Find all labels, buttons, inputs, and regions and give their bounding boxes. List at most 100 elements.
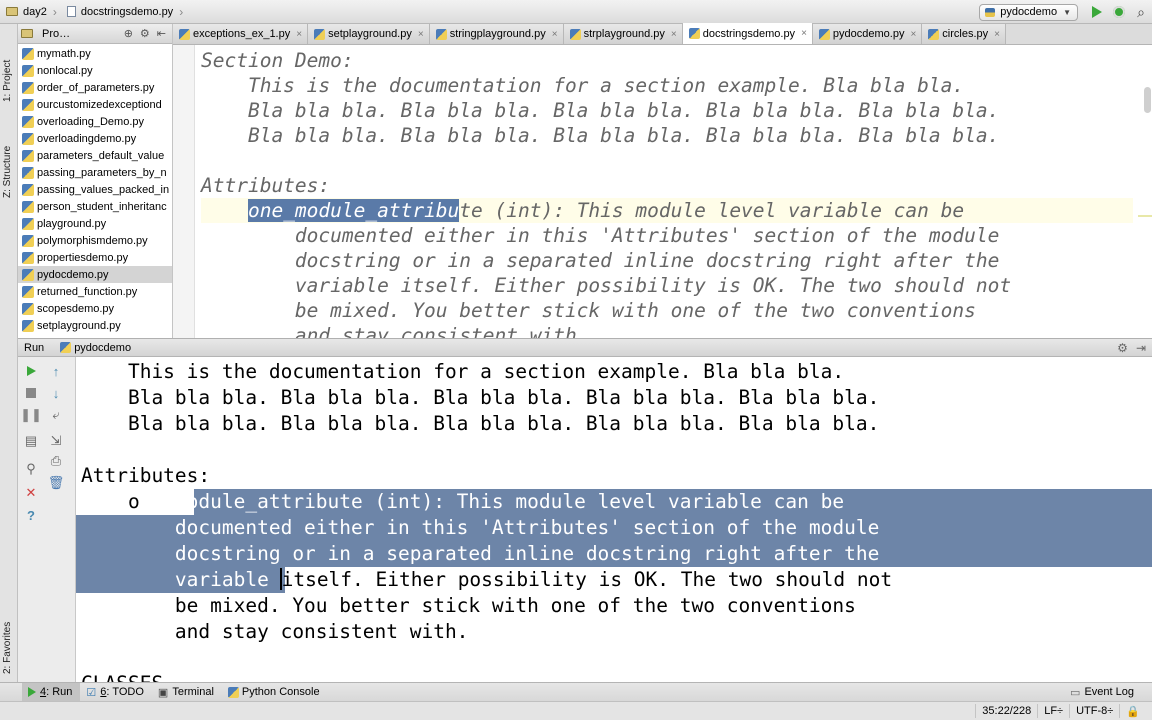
project-file-item[interactable]: parameters_default_value (18, 147, 172, 164)
console-text: itself. Either possibility is OK. The tw… (281, 568, 893, 591)
editor-tab[interactable]: pydocdemo.py × (812, 24, 923, 44)
pause-button[interactable]: ❚❚ (20, 407, 42, 423)
line-separator[interactable]: LF÷ (1037, 704, 1069, 718)
breadcrumb-project[interactable]: day2 › (0, 0, 61, 24)
pin-button[interactable]: ⚲ (23, 461, 39, 477)
search-everywhere-button[interactable]: ⌕ (1131, 2, 1151, 22)
project-file-item[interactable]: returned_function.py (18, 283, 172, 300)
gear-icon[interactable]: ⚙ (140, 27, 150, 40)
close-tab-icon[interactable]: × (801, 28, 807, 39)
console-selected-text: docstring or in a separated inline docst… (81, 542, 880, 565)
python-file-icon (22, 183, 34, 196)
hide-icon[interactable]: ⇤ (157, 27, 166, 40)
code-line: Bla bla bla. Bla bla bla. Bla bla bla. B… (201, 99, 1000, 122)
debug-button[interactable] (1109, 2, 1129, 22)
project-file-item[interactable]: pydocdemo.py (18, 266, 172, 283)
python-console-tool-button[interactable]: Python Console (222, 683, 328, 702)
structure-tool-tab[interactable]: Z: Structure (2, 118, 13, 198)
project-file-label: propertiesdemo.py (37, 251, 129, 264)
close-tab-icon[interactable]: × (671, 29, 677, 40)
close-run-button[interactable]: ✕ (23, 485, 39, 501)
lock-icon[interactable]: 🔒 (1119, 704, 1146, 718)
project-file-item[interactable]: ourcustomizedexceptiond (18, 96, 172, 113)
editor-tab[interactable]: circles.py × (922, 24, 1006, 44)
project-file-item[interactable]: order_of_parameters.py (18, 79, 172, 96)
project-tool-tab[interactable]: 1: Project (2, 30, 13, 102)
project-file-item[interactable]: overloading_Demo.py (18, 113, 172, 130)
python-file-icon (314, 28, 326, 40)
run-tool-button[interactable]: 4: Run (22, 682, 81, 702)
play-icon (1092, 6, 1102, 18)
close-tab-icon[interactable]: × (418, 29, 424, 40)
error-stripe-mark[interactable] (1138, 215, 1152, 217)
clear-all-button[interactable]: 🗑 (48, 475, 65, 491)
run-configuration-selector[interactable]: pydocdemo ▼ (979, 3, 1078, 21)
project-file-item[interactable]: overloadingdemo.py (18, 130, 172, 147)
project-file-label: nonlocal.py (37, 64, 93, 77)
stop-button[interactable] (23, 385, 39, 401)
dump-threads-button[interactable]: ▤ (23, 433, 39, 449)
editor-scrollbar[interactable] (1144, 87, 1151, 113)
console-text: This is the documentation for a section … (81, 360, 845, 383)
scroll-down-button[interactable]: ↓ (48, 385, 64, 401)
breadcrumb-file-label: docstringsdemo.py (80, 5, 174, 18)
close-tab-icon[interactable]: × (910, 29, 916, 40)
python-file-icon (22, 217, 34, 230)
project-file-label: order_of_parameters.py (37, 81, 155, 94)
project-file-item[interactable]: passing_parameters_by_n (18, 164, 172, 181)
navigation-bar: day2 › docstringsdemo.py › pydocdemo ▼ ⌕ (0, 0, 1152, 24)
run-panel-header: Run pydocdemo ⚙ ⇥ (18, 338, 1152, 357)
python-file-icon (179, 28, 190, 40)
editor-tab[interactable]: strplayground.py × (563, 24, 683, 44)
favorites-tool-tab[interactable]: 2: Favorites (2, 596, 13, 674)
caret-position[interactable]: 35:22/228 (975, 704, 1037, 718)
project-file-item[interactable]: nonlocal.py (18, 62, 172, 79)
breadcrumb-file[interactable]: docstringsdemo.py › (61, 0, 187, 24)
sync-icon[interactable]: ⊕ (124, 27, 133, 40)
run-button[interactable] (1087, 2, 1107, 22)
soft-wrap-button[interactable]: ⤶ (48, 407, 64, 423)
project-file-item[interactable]: scopesdemo.py (18, 300, 172, 317)
close-icon: ✕ (25, 485, 37, 500)
close-tab-icon[interactable]: × (296, 29, 302, 40)
run-console[interactable]: This is the documentation for a section … (76, 357, 1152, 682)
close-tab-icon[interactable]: × (552, 29, 558, 40)
project-file-item[interactable]: polymorphismdemo.py (18, 232, 172, 249)
project-file-item[interactable]: mymath.py (18, 45, 172, 62)
project-file-item[interactable]: setplayground.py (18, 317, 172, 334)
help-button[interactable]: ? (23, 507, 39, 523)
project-file-label: passing_values_packed_in (37, 183, 170, 196)
folder-icon (21, 29, 33, 38)
project-file-item[interactable]: propertiesdemo.py (18, 249, 172, 266)
scroll-to-end-button[interactable]: ⇲ (48, 433, 64, 449)
project-file-item[interactable]: passing_values_packed_in (18, 181, 172, 198)
editor-tab[interactable]: stringplayground.py × (429, 24, 564, 44)
scroll-up-button[interactable]: ↑ (48, 363, 64, 379)
code-editor[interactable]: Section Demo: This is the documentation … (173, 45, 1152, 338)
project-file-list: mymath.py nonlocal.py order_of_parameters.… (18, 44, 172, 334)
play-icon (28, 687, 36, 697)
gear-icon[interactable]: ⚙ (1117, 341, 1128, 355)
todo-tool-button[interactable]: ☑ 6: TODO (80, 683, 152, 702)
python-file-icon (22, 234, 34, 247)
hide-icon[interactable]: ⇥ (1136, 341, 1146, 355)
console-text: and stay consistent with. (81, 620, 469, 643)
dropdown-arrow-icon: ▼ (1063, 7, 1071, 17)
editor-tab-label: stringplayground.py (449, 28, 546, 40)
print-button[interactable]: ⎙ (48, 453, 64, 469)
terminal-tool-button[interactable]: ▣ Terminal (152, 683, 222, 702)
project-file-item[interactable]: playground.py (18, 215, 172, 232)
close-tab-icon[interactable]: × (994, 29, 1000, 40)
rerun-button[interactable] (23, 363, 39, 379)
project-file-item[interactable]: person_student_inheritanc (18, 198, 172, 215)
file-encoding[interactable]: UTF-8÷ (1069, 704, 1119, 718)
editor-tab[interactable]: exceptions_ex_1.py × (173, 24, 309, 44)
project-panel-title[interactable]: Pro… (42, 28, 70, 40)
event-log-tool-button[interactable]: ▭ Event Log (1064, 683, 1142, 702)
python-file-icon (22, 115, 34, 128)
console-line: variable itself. Either possibility is O… (81, 567, 892, 593)
run-panel-tab[interactable]: pydocdemo (60, 342, 131, 354)
editor-tab[interactable]: docstringsdemo.py × (682, 23, 813, 44)
editor-tab[interactable]: setplayground.py × (308, 24, 430, 44)
